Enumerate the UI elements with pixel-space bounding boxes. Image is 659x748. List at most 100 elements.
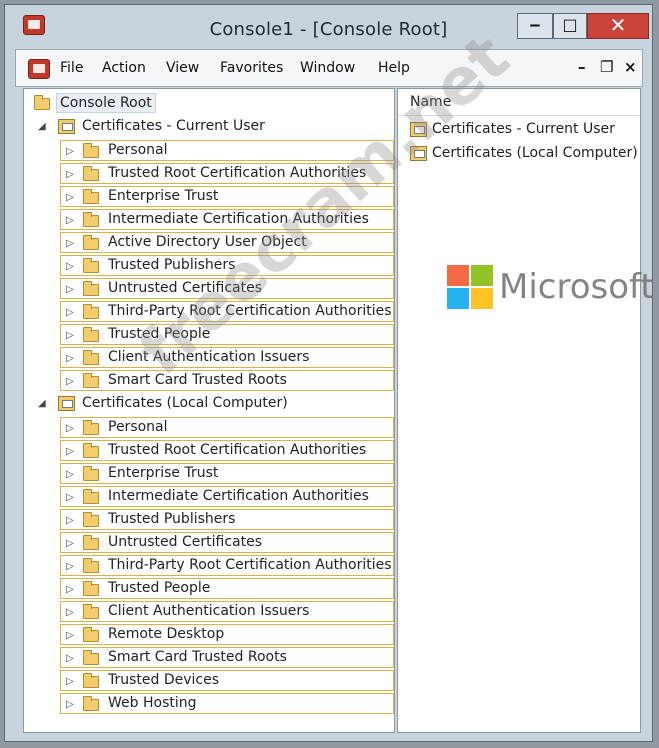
folder-icon	[83, 235, 99, 250]
collapsed-arrow-icon[interactable]: ▷	[66, 441, 74, 462]
menu-favorites[interactable]: Favorites	[220, 60, 283, 76]
tree-node-store[interactable]: ▷ Third-Party Root Certification Authorit…	[60, 555, 394, 576]
tree-node-store[interactable]: ▷ Smart Card Trusted Roots	[60, 370, 394, 391]
expand-arrow-icon[interactable]: ◢	[38, 116, 46, 137]
tree-node-label: Enterprise Trust	[108, 465, 219, 481]
folder-icon	[83, 535, 99, 550]
collapsed-arrow-icon[interactable]: ▷	[66, 418, 74, 439]
tree-node-store[interactable]: ▷ Third-Party Root Certification Authorit…	[60, 301, 394, 322]
folder-icon	[83, 673, 99, 688]
collapsed-arrow-icon[interactable]: ▷	[66, 487, 74, 508]
collapsed-arrow-icon[interactable]: ▷	[66, 533, 74, 554]
collapsed-arrow-icon[interactable]: ▷	[66, 210, 74, 231]
tree-node-label: Smart Card Trusted Roots	[108, 372, 287, 388]
expand-arrow-icon[interactable]: ◢	[38, 393, 46, 414]
tree-node-store[interactable]: ▷ Enterprise Trust	[60, 186, 394, 207]
console-menu-icon[interactable]	[28, 59, 50, 79]
folder-icon	[83, 581, 99, 596]
collapsed-arrow-icon[interactable]: ▷	[66, 625, 74, 646]
collapsed-arrow-icon[interactable]: ▷	[66, 694, 74, 715]
collapsed-arrow-icon[interactable]: ▷	[66, 141, 74, 162]
tree-node-store[interactable]: ▷ Trusted Publishers	[60, 509, 394, 530]
collapsed-arrow-icon[interactable]: ▷	[66, 371, 74, 392]
tree-node-store[interactable]: ▷ Web Hosting	[60, 693, 394, 714]
menu-help[interactable]: Help	[378, 60, 410, 76]
column-header-name[interactable]: Name	[398, 89, 640, 116]
mmc-window: Console1 - [Console Root] ‒ □ ✕ File Act…	[4, 4, 654, 742]
folder-icon	[83, 166, 99, 181]
collapsed-arrow-icon[interactable]: ▷	[66, 256, 74, 277]
collapsed-arrow-icon[interactable]: ▷	[66, 648, 74, 669]
tree-node-label: Trusted Root Certification Authorities	[108, 165, 367, 181]
folder-icon	[83, 373, 99, 388]
menu-action[interactable]: Action	[102, 60, 146, 76]
console-tree-pane[interactable]: Console Root ◢ Certificates - Current Us…	[23, 88, 395, 733]
minimize-button[interactable]: ‒	[517, 13, 553, 39]
tree-node-store[interactable]: ▷ Trusted People	[60, 578, 394, 599]
collapsed-arrow-icon[interactable]: ▷	[66, 510, 74, 531]
tree-node-label: Third-Party Root Certification Authoriti…	[108, 303, 392, 319]
collapsed-arrow-icon[interactable]: ▷	[66, 164, 74, 185]
folder-icon	[83, 304, 99, 319]
tree-node-store[interactable]: ▷ Trusted People	[60, 324, 394, 345]
folder-icon	[83, 143, 99, 158]
tree-node-store[interactable]: ▷ Intermediate Certification Authorities	[60, 486, 394, 507]
tree-node-store[interactable]: ▷ Client Authentication Issuers	[60, 601, 394, 622]
tree-node-store[interactable]: ▷ Personal	[60, 417, 394, 438]
tree-node-store[interactable]: ▷ Untrusted Certificates	[60, 532, 394, 553]
collapsed-arrow-icon[interactable]: ▷	[66, 325, 74, 346]
tree-node-label: Untrusted Certificates	[108, 280, 262, 296]
tree-node-store[interactable]: ▷ Client Authentication Issuers	[60, 347, 394, 368]
menu-window[interactable]: Window	[300, 60, 355, 76]
list-item-label: Certificates (Local Computer)	[432, 145, 638, 161]
collapsed-arrow-icon[interactable]: ▷	[66, 233, 74, 254]
folder-icon	[83, 212, 99, 227]
certificate-snapin-icon	[58, 119, 75, 134]
tree-node-store[interactable]: ▷ Untrusted Certificates	[60, 278, 394, 299]
tree-node-store[interactable]: ▷ Trusted Devices	[60, 670, 394, 691]
menu-bar: File Action View Favorites Window Help –…	[15, 49, 643, 87]
collapsed-arrow-icon[interactable]: ▷	[66, 279, 74, 300]
folder-icon	[83, 420, 99, 435]
folder-icon	[83, 650, 99, 665]
tree-node-label: Third-Party Root Certification Authoriti…	[108, 557, 392, 573]
results-pane[interactable]: Name Certificates - Current User Certifi…	[397, 88, 641, 733]
tree-node-store[interactable]: ▷ Remote Desktop	[60, 624, 394, 645]
tree-node-label: Trusted People	[108, 326, 211, 342]
tree-node-label: Console Root	[56, 93, 156, 113]
collapsed-arrow-icon[interactable]: ▷	[66, 579, 74, 600]
tree-node-store[interactable]: ▷ Trusted Publishers	[60, 255, 394, 276]
close-button[interactable]: ✕	[587, 13, 649, 39]
folder-icon	[83, 489, 99, 504]
collapsed-arrow-icon[interactable]: ▷	[66, 556, 74, 577]
collapsed-arrow-icon[interactable]: ▷	[66, 348, 74, 369]
tree-node-label: Active Directory User Object	[108, 234, 307, 250]
tree-node-label: Trusted Publishers	[108, 257, 236, 273]
collapsed-arrow-icon[interactable]: ▷	[66, 464, 74, 485]
tree-node-store[interactable]: ▷ Trusted Root Certification Authorities	[60, 163, 394, 184]
collapsed-arrow-icon[interactable]: ▷	[66, 187, 74, 208]
menu-view[interactable]: View	[166, 60, 199, 76]
tree-node-label: Trusted People	[108, 580, 211, 596]
mdi-minimize-button[interactable]: –	[578, 58, 586, 76]
tree-node-store[interactable]: ▷ Smart Card Trusted Roots	[60, 647, 394, 668]
collapsed-arrow-icon[interactable]: ▷	[66, 302, 74, 323]
tree-node-store[interactable]: ▷ Trusted Root Certification Authorities	[60, 440, 394, 461]
mdi-restore-button[interactable]: ❐	[600, 58, 613, 76]
collapsed-arrow-icon[interactable]: ▷	[66, 671, 74, 692]
tree-node-store[interactable]: ▷ Active Directory User Object	[60, 232, 394, 253]
tree-node-store[interactable]: ▷ Intermediate Certification Authorities	[60, 209, 394, 230]
tree-node-store[interactable]: ▷ Personal	[60, 140, 394, 161]
tree-node-label: Certificates - Current User	[82, 118, 265, 134]
menu-file[interactable]: File	[60, 60, 83, 76]
tree-node-label: Intermediate Certification Authorities	[108, 211, 369, 227]
certificate-snapin-icon	[410, 122, 427, 137]
collapsed-arrow-icon[interactable]: ▷	[66, 602, 74, 623]
maximize-button[interactable]: □	[553, 13, 587, 39]
folder-icon	[83, 466, 99, 481]
title-bar[interactable]: Console1 - [Console Root] ‒ □ ✕	[5, 5, 652, 45]
folder-icon	[34, 95, 50, 110]
tree-node-store[interactable]: ▷ Enterprise Trust	[60, 463, 394, 484]
folder-icon	[83, 281, 99, 296]
mdi-close-button[interactable]: ×	[624, 58, 637, 76]
